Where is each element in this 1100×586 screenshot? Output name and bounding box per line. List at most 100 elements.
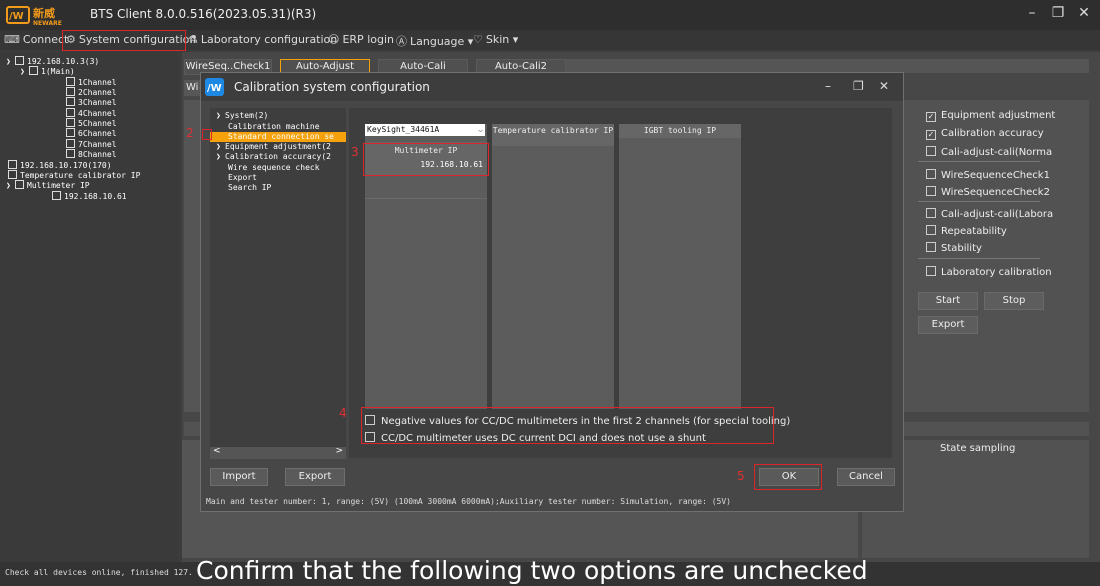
dialog-close-button[interactable]: ✕: [879, 79, 889, 93]
checkbox[interactable]: [52, 191, 61, 200]
cancel-button[interactable]: Cancel: [837, 468, 895, 486]
tree-label: Temperature calibrator IP: [20, 171, 141, 180]
svg-text:新威: 新威: [33, 6, 55, 20]
check-wiresequencecheck1[interactable]: WireSequenceCheck1: [926, 169, 1050, 181]
nav-item-export[interactable]: Export: [228, 173, 257, 183]
config-nav-tree: ❯ System(2) Calibration machine Standard …: [210, 108, 346, 458]
nav-item-system[interactable]: ❯ System(2): [216, 111, 268, 121]
nav-item-wire-sequence-check[interactable]: Wire sequence check: [228, 163, 320, 173]
check-label: Equipment adjustment: [941, 110, 1056, 121]
start-button[interactable]: Start: [918, 292, 978, 310]
connect-icon: ⌨: [4, 33, 20, 46]
check-label: Calibration accuracy: [941, 128, 1044, 139]
chevron-down-icon: ❯: [6, 57, 11, 66]
checkbox[interactable]: [66, 77, 75, 86]
tree-item-multimeter[interactable]: ❯ Multimeter IP: [6, 180, 90, 191]
check-repeatability[interactable]: Repeatability: [926, 225, 1007, 237]
check-calibration-accuracy[interactable]: ✓ Calibration accuracy: [926, 128, 1044, 140]
flask-icon: ⚗: [188, 33, 198, 46]
nav-item-equipment-adjustment[interactable]: ❯ Equipment adjustment(2: [216, 142, 331, 152]
callout-5: 5: [737, 469, 745, 483]
scroll-right-icon[interactable]: >: [335, 446, 343, 456]
tree-item-multimeter-ip[interactable]: 192.168.10.61: [52, 191, 127, 202]
check-cali-adjust-cali-laboratory[interactable]: Cali-adjust-cali(Labora: [926, 208, 1053, 220]
tree-item-main[interactable]: ❯ 1(Main): [20, 66, 75, 77]
menu-label: Skin: [485, 33, 510, 46]
checkbox[interactable]: [66, 118, 75, 127]
checkbox: [926, 225, 936, 235]
minimize-button[interactable]: –: [1022, 5, 1042, 21]
nav-item-search-ip[interactable]: Search IP: [228, 183, 271, 193]
menu-language[interactable]: Ⓐ Language ▾: [396, 33, 473, 49]
chevron-down-icon: ❯: [216, 152, 221, 161]
checkbox[interactable]: [66, 97, 75, 106]
callout-2: 2: [186, 126, 194, 140]
checkbox[interactable]: [15, 56, 24, 65]
restore-button[interactable]: ❐: [1048, 5, 1068, 21]
tree-label: 7Channel: [78, 140, 117, 149]
checkbox[interactable]: [66, 139, 75, 148]
right-strip: [903, 422, 1089, 436]
check-cali-adjust-cali-normal[interactable]: Cali-adjust-cali(Norma: [926, 146, 1052, 158]
tree-label: 192.168.10.61: [64, 192, 127, 201]
svg-text:/W: /W: [207, 83, 222, 94]
dialog-export-button[interactable]: Export: [285, 468, 345, 486]
divider: [918, 161, 1040, 162]
checkbox[interactable]: [8, 160, 17, 169]
tree-label: 8Channel: [78, 150, 117, 159]
tree-label: 192.168.10.170(170): [20, 161, 112, 170]
import-button[interactable]: Import: [210, 468, 268, 486]
shirt-icon: ♡: [473, 33, 483, 46]
export-button[interactable]: Export: [918, 316, 978, 334]
checkbox[interactable]: [8, 170, 17, 179]
checkbox[interactable]: [29, 66, 38, 75]
dialog-title: Calibration system configuration: [234, 80, 430, 94]
video-subtitle: Confirm that the following two options a…: [196, 556, 868, 585]
tree-item-channel[interactable]: 8Channel: [66, 149, 117, 160]
checkbox[interactable]: [66, 128, 75, 137]
menu-connect[interactable]: ⌨ Connect: [4, 33, 68, 46]
check-label: WireSequenceCheck1: [941, 170, 1050, 181]
tree-label: 5Channel: [78, 119, 117, 128]
check-wiresequencecheck2[interactable]: WireSequenceCheck2: [926, 186, 1050, 198]
tree-label: 2Channel: [78, 88, 117, 97]
chevron-down-icon: ❯: [20, 67, 25, 76]
menu-laboratory-configuration[interactable]: ⚗ Laboratory configuration: [188, 33, 337, 46]
menu-skin[interactable]: ♡ Skin ▾: [473, 33, 518, 46]
multimeter-model-select[interactable]: KeySight_34461A ⌵: [365, 124, 485, 136]
chevron-down-icon: ❯: [216, 142, 221, 151]
menu-label: ERP login: [342, 33, 394, 46]
checkbox: [926, 266, 936, 276]
check-equipment-adjustment[interactable]: ✓ Equipment adjustment: [926, 110, 1055, 122]
dialog-minimize-button[interactable]: –: [825, 79, 831, 93]
chevron-down-icon: ▾: [512, 33, 519, 46]
tree-item-channel[interactable]: 3Channel: [66, 97, 117, 108]
tree-label: 3Channel: [78, 98, 117, 107]
menu-erp-login[interactable]: ☺ ERP login: [328, 33, 394, 46]
nav-item-calibration-machine[interactable]: Calibration machine: [228, 122, 320, 132]
tree-label: Multimeter IP: [27, 181, 90, 190]
scroll-left-icon[interactable]: <: [213, 446, 221, 456]
divider: [918, 258, 1040, 259]
checkbox: [926, 169, 936, 179]
tree-item-channel[interactable]: 6Channel: [66, 128, 117, 139]
stop-button[interactable]: Stop: [984, 292, 1044, 310]
check-label: Cali-adjust-cali(Norma: [941, 147, 1053, 158]
status-bar-text: Check all devices online, finished 127.: [5, 568, 193, 577]
checkbox: [926, 186, 936, 196]
callout-box-multimeter-ip: [363, 143, 489, 176]
check-stability[interactable]: Stability: [926, 242, 982, 254]
state-sampling-label: State sampling: [940, 443, 1016, 454]
dialog-restore-button[interactable]: ❐: [853, 79, 864, 93]
checkbox[interactable]: [66, 108, 75, 117]
checkbox[interactable]: [66, 87, 75, 96]
checkbox[interactable]: [15, 180, 24, 189]
row-divider: [365, 198, 487, 199]
close-button[interactable]: ✕: [1074, 5, 1094, 21]
user-icon: ☺: [328, 33, 340, 46]
checkbox[interactable]: [66, 149, 75, 158]
nav-item-standard-connection[interactable]: Standard connection se: [228, 132, 334, 142]
nav-horizontal-scrollbar[interactable]: < >: [210, 446, 346, 459]
check-laboratory-calibration[interactable]: Laboratory calibration: [926, 266, 1052, 278]
nav-item-calibration-accuracy[interactable]: ❯ Calibration accuracy(2: [216, 152, 331, 162]
